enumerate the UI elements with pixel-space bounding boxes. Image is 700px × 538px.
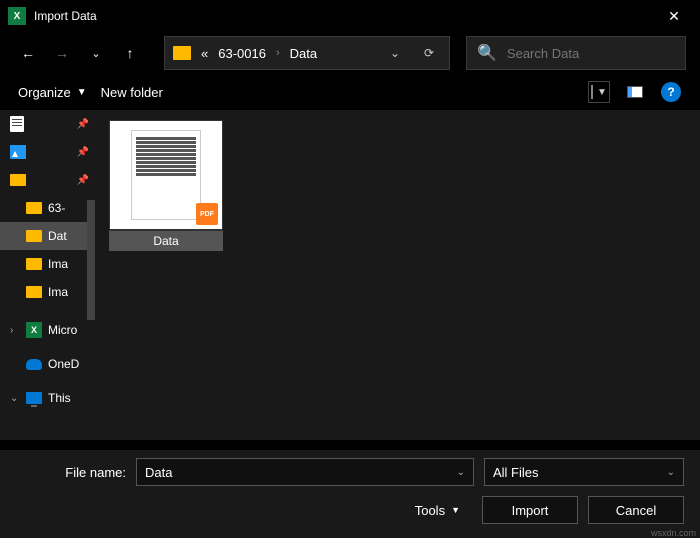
sidebar-item-recent[interactable]: 📌	[0, 110, 95, 138]
recent-dropdown-icon[interactable]: ⌄	[82, 39, 110, 67]
filename-input[interactable]: Data ⌄	[136, 458, 474, 486]
thumbnail-icon	[591, 85, 593, 99]
sidebar-item-excel[interactable]: › X Micro	[0, 316, 95, 344]
close-icon[interactable]: ✕	[652, 0, 696, 32]
filename-value: Data	[145, 465, 172, 480]
document-preview-icon	[131, 130, 201, 220]
tools-label: Tools	[415, 503, 445, 518]
sidebar-item-thispc[interactable]: ⌄ This	[0, 384, 95, 412]
chevron-right-icon: ›	[276, 47, 280, 59]
organize-label: Organize	[18, 85, 71, 100]
chevron-down-icon: ▼	[451, 505, 460, 515]
sidebar-item-label: Micro	[48, 323, 77, 337]
cancel-button[interactable]: Cancel	[588, 496, 684, 524]
body-area: 📌 📌 📌 63- Dat Ima Ima › X Micro OneD ⌄ This…	[0, 110, 700, 440]
preview-pane-button[interactable]	[624, 81, 646, 103]
import-button[interactable]: Import	[482, 496, 578, 524]
watermark: wsxdn.com	[651, 528, 696, 538]
file-list[interactable]: PDF Data	[95, 110, 700, 440]
sidebar-item-label: 63-	[48, 201, 65, 215]
file-name-label: Data	[109, 230, 223, 251]
pin-icon: 📌	[77, 175, 89, 186]
up-button[interactable]: ↑	[116, 39, 144, 67]
nav-row: ← → ⌄ ↑ « 63-0016 › Data ⌄ ⟳ 🔍	[0, 32, 700, 74]
page-icon	[10, 116, 24, 132]
sidebar-item-label: Dat	[48, 229, 67, 243]
folder-icon	[173, 46, 191, 60]
footer: File name: Data ⌄ All Files ⌄ Tools ▼ Im…	[0, 450, 700, 538]
sidebar-item-folder[interactable]: 📌	[0, 166, 95, 194]
folder-icon	[26, 202, 42, 214]
sidebar-item-ima1[interactable]: Ima	[0, 250, 95, 278]
tools-button[interactable]: Tools ▼	[415, 503, 460, 518]
pin-icon: 📌	[77, 147, 89, 158]
chevron-down-icon: ▼	[77, 87, 87, 98]
address-dropdown-icon[interactable]: ⌄	[383, 46, 407, 60]
filename-label: File name:	[16, 465, 126, 480]
pdf-badge-icon: PDF	[196, 203, 218, 225]
address-bar[interactable]: « 63-0016 › Data ⌄ ⟳	[164, 36, 450, 70]
breadcrumb-part2[interactable]: Data	[290, 46, 317, 61]
view-mode-button[interactable]: ▼	[588, 81, 610, 103]
forward-button[interactable]: →	[48, 39, 76, 67]
photo-icon	[10, 145, 26, 159]
chevron-down-icon: ▼	[597, 87, 607, 98]
sidebar-item-label: OneD	[48, 357, 79, 371]
sidebar-item-label: Ima	[48, 257, 68, 271]
breadcrumb-prefix: «	[201, 46, 208, 61]
sidebar-item-63[interactable]: 63-	[0, 194, 95, 222]
sidebar-item-label: Ima	[48, 285, 68, 299]
filter-value: All Files	[493, 465, 539, 480]
back-button[interactable]: ←	[14, 39, 42, 67]
breadcrumb-part1[interactable]: 63-0016	[218, 46, 266, 61]
chevron-down-icon: ⌄	[10, 393, 20, 404]
folder-icon	[26, 230, 42, 242]
chevron-down-icon: ⌄	[667, 467, 675, 478]
file-item-data[interactable]: PDF Data	[109, 120, 223, 251]
sidebar-item-dat[interactable]: Dat	[0, 222, 95, 250]
new-folder-button[interactable]: New folder	[101, 85, 163, 100]
onedrive-icon	[26, 359, 42, 370]
sidebar-item-label: This	[48, 391, 71, 405]
window-title: Import Data	[34, 9, 652, 23]
refresh-icon[interactable]: ⟳	[417, 46, 441, 60]
chevron-down-icon[interactable]: ⌄	[457, 467, 465, 478]
sidebar: 📌 📌 📌 63- Dat Ima Ima › X Micro OneD ⌄ This	[0, 110, 95, 440]
pin-icon: 📌	[77, 119, 89, 130]
organize-button[interactable]: Organize ▼	[18, 85, 87, 100]
sidebar-item-pictures[interactable]: 📌	[0, 138, 95, 166]
sidebar-item-onedrive[interactable]: OneD	[0, 350, 95, 378]
titlebar: X Import Data ✕	[0, 0, 700, 32]
folder-icon	[26, 286, 42, 298]
folder-icon	[26, 258, 42, 270]
excel-app-icon: X	[8, 7, 26, 25]
toolbar: Organize ▼ New folder ▼ ?	[0, 74, 700, 110]
sidebar-item-ima2[interactable]: Ima	[0, 278, 95, 306]
excel-icon: X	[26, 322, 42, 338]
folder-icon	[10, 174, 26, 186]
sidebar-scrollbar[interactable]	[87, 200, 95, 320]
search-box[interactable]: 🔍	[466, 36, 686, 70]
monitor-icon	[26, 392, 42, 404]
file-thumbnail: PDF	[109, 120, 223, 230]
search-icon: 🔍	[477, 43, 497, 63]
chevron-right-icon: ›	[10, 325, 20, 336]
search-input[interactable]	[507, 46, 683, 61]
help-button[interactable]: ?	[660, 81, 682, 103]
filetype-filter[interactable]: All Files ⌄	[484, 458, 684, 486]
